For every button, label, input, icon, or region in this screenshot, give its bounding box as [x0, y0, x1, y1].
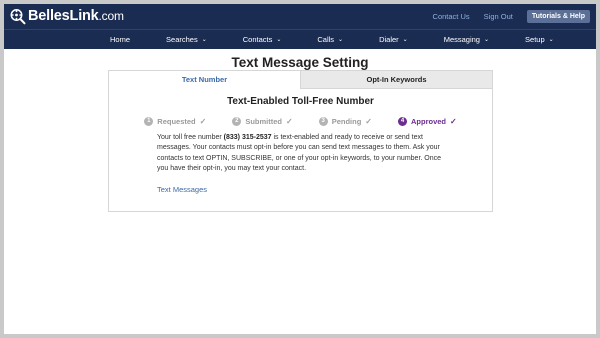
- chevron-down-icon: ⌄: [276, 37, 282, 43]
- nav-item-messaging[interactable]: Messaging ⌄: [444, 35, 489, 44]
- text-messages-link[interactable]: Text Messages: [157, 185, 207, 194]
- tab-text-number[interactable]: Text Number: [109, 71, 300, 89]
- top-links: Contact Us Sign Out Tutorials & Help: [433, 10, 590, 23]
- nav-item-label: Contacts: [242, 35, 273, 44]
- nav-item-label: Messaging: [443, 35, 480, 44]
- card-heading: Text-Enabled Toll-Free Number: [227, 96, 374, 107]
- nav-item-home[interactable]: Home: [110, 35, 130, 44]
- step-label: Pending: [331, 116, 362, 126]
- description-prefix: Your toll free number: [157, 134, 224, 141]
- chevron-down-icon: ⌄: [338, 37, 344, 43]
- sign-out-link[interactable]: Sign Out: [484, 12, 513, 21]
- tab-bar: Text Number Opt-In Keywords: [109, 71, 492, 89]
- step-approved: 4 Approved ✓: [398, 116, 457, 126]
- nav-item-calls[interactable]: Calls ⌄: [317, 35, 343, 44]
- contact-us-link[interactable]: Contact Us: [433, 12, 470, 21]
- step-label: Requested: [157, 116, 196, 126]
- chevron-down-icon: ⌄: [548, 37, 554, 43]
- magnifier-logo-icon: [9, 8, 26, 25]
- step-label: Approved: [411, 116, 447, 126]
- nav-item-label: Home: [110, 35, 131, 44]
- top-bar: BellesLink.com Contact Us Sign Out Tutor…: [4, 4, 596, 29]
- logo-text-link: Link: [69, 8, 99, 25]
- belleslink-logo[interactable]: BellesLink.com: [9, 8, 124, 25]
- tab-opt-in-keywords[interactable]: Opt-In Keywords: [300, 71, 492, 89]
- logo-text: BellesLink.com: [28, 9, 124, 24]
- nav-item-setup[interactable]: Setup ⌄: [525, 35, 554, 44]
- chevron-down-icon: ⌄: [201, 37, 207, 43]
- toll-free-number: (833) 315-2537: [223, 134, 272, 141]
- check-icon: ✓: [199, 116, 207, 126]
- step-label: Submitted: [245, 116, 282, 126]
- tutorials-help-button[interactable]: Tutorials & Help: [526, 10, 590, 23]
- step-submitted: 2 Submitted ✓: [232, 116, 293, 126]
- check-icon: ✓: [450, 116, 457, 126]
- nav-item-label: Searches: [166, 35, 198, 44]
- nav-item-contacts[interactable]: Contacts ⌄: [243, 35, 282, 44]
- step-number: 1: [144, 116, 154, 126]
- step-number: 3: [318, 116, 328, 126]
- logo-text-belles: Belles: [28, 8, 70, 25]
- nav-item-label: Setup: [525, 35, 545, 44]
- step-number: 4: [398, 116, 407, 126]
- check-icon: ✓: [365, 116, 372, 126]
- main-nav: Home Searches ⌄ Contacts ⌄ Calls ⌄ Dialer ⌄ …: [4, 29, 596, 49]
- status-steps: 1 Requested ✓ 2 Submitted ✓ 3 Pending ✓ …: [109, 115, 492, 127]
- chevron-down-icon: ⌄: [402, 37, 408, 43]
- nav-item-label: Calls: [317, 35, 335, 44]
- nav-item-dialer[interactable]: Dialer ⌄: [379, 35, 408, 44]
- nav-item-searches[interactable]: Searches ⌄: [166, 35, 207, 44]
- card-description: Your toll free number (833) 315-2537 is …: [157, 133, 453, 175]
- chevron-down-icon: ⌄: [483, 37, 490, 43]
- logo-text-com: .com: [98, 9, 124, 24]
- step-pending: 3 Pending ✓: [318, 116, 372, 126]
- text-number-card: Text Number Opt-In Keywords Text-Enabled…: [108, 70, 493, 212]
- step-number: 2: [232, 116, 242, 126]
- step-requested: 1 Requested ✓: [144, 116, 207, 126]
- browser-frame: BellesLink.com Contact Us Sign Out Tutor…: [4, 4, 596, 334]
- check-icon: ✓: [286, 116, 293, 126]
- nav-item-label: Dialer: [379, 35, 399, 44]
